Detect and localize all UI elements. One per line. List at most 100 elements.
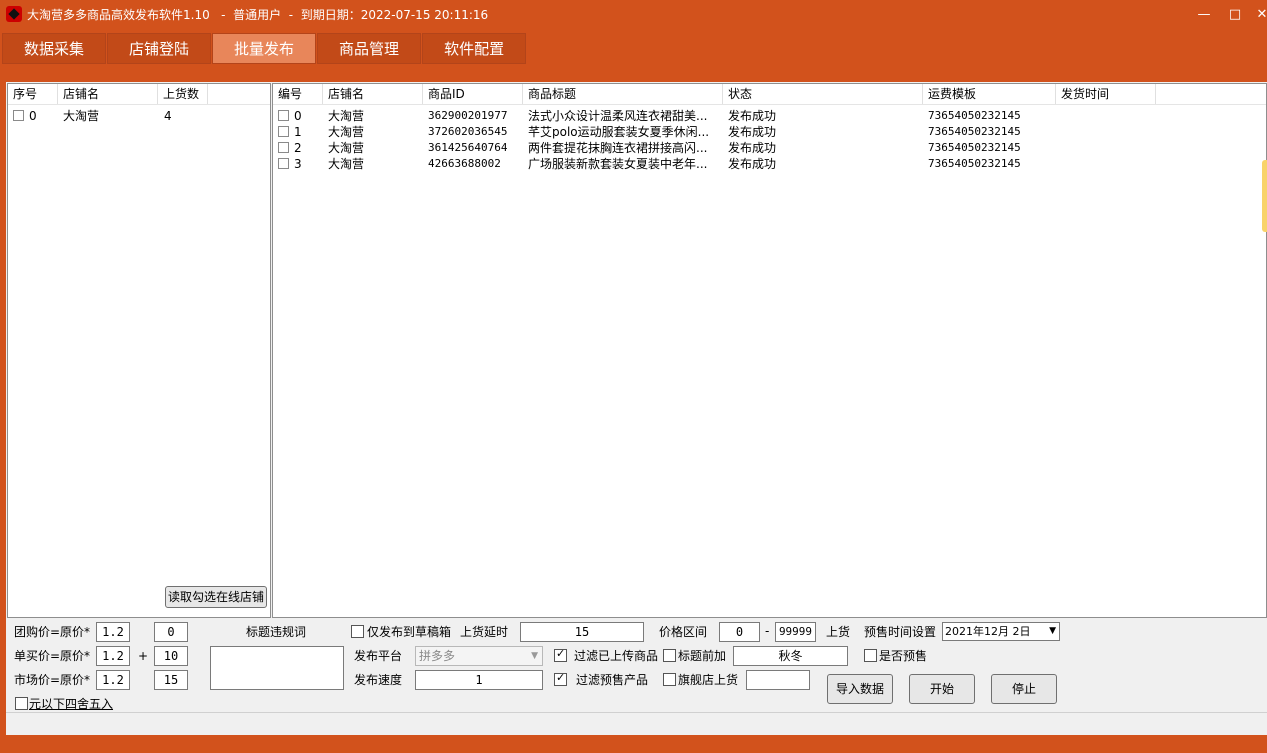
title-prefix-checkbox[interactable] <box>663 649 676 662</box>
row-index: 0 <box>294 109 302 123</box>
row-title: 法式小众设计温柔风连衣裙甜美... <box>528 109 708 123</box>
title-prefix-input[interactable]: 秋冬 <box>733 646 848 666</box>
group-price-add-input[interactable]: 0 <box>154 622 188 642</box>
row-product-id: 372602036545 <box>428 125 508 138</box>
read-shops-button[interactable]: 读取勾选在线店铺 <box>165 586 267 608</box>
row-template: 73654050232145 <box>928 109 1021 122</box>
market-price-label: 市场价=原价* <box>14 673 91 687</box>
app-logo-icon <box>6 6 22 22</box>
shop-name: 大淘营 <box>63 109 100 123</box>
single-price-multiplier-input[interactable]: 1.2 <box>96 646 130 666</box>
price-range-dash: - <box>765 624 770 638</box>
import-data-button[interactable]: 导入数据 <box>827 674 893 704</box>
violation-words-textarea[interactable] <box>210 646 344 690</box>
platform-value: 拼多多 <box>419 649 456 663</box>
col-header-shipping-template[interactable]: 运费模板 <box>923 84 1056 104</box>
row-checkbox[interactable] <box>278 142 289 153</box>
round-checkbox[interactable] <box>15 697 28 710</box>
market-price-add-input[interactable]: 15 <box>154 670 188 690</box>
row-status: 发布成功 <box>728 157 777 171</box>
title-bar: 大淘营多多商品高效发布软件1.10 - 普通用户 - 到期日期：2022-07-… <box>0 0 1267 30</box>
filter-uploaded-checkbox[interactable] <box>554 647 567 662</box>
col-header-status[interactable]: 状态 <box>723 84 923 104</box>
main-tabs: 数据采集 店铺登陆 批量发布 商品管理 软件配置 <box>2 33 527 64</box>
col-header-count[interactable]: 上货数 <box>158 84 208 104</box>
row-status: 发布成功 <box>728 125 777 139</box>
platform-select[interactable]: 拼多多 ▼ <box>415 646 543 666</box>
price-max-input[interactable]: 99999 <box>775 622 816 642</box>
presale-time-label: 预售时间设置 <box>864 625 937 639</box>
publish-speed-label: 发布速度 <box>354 673 403 687</box>
round-label: 元以下四舍五入 <box>29 697 114 711</box>
maximize-icon[interactable]: □ <box>1224 6 1246 24</box>
flagship-checkbox[interactable] <box>663 673 676 686</box>
col-header-product-id[interactable]: 商品ID <box>423 84 523 104</box>
row-product-id: 361425640764 <box>428 141 508 154</box>
shop-count: 4 <box>164 109 172 123</box>
row-checkbox[interactable] <box>13 110 24 121</box>
publish-speed-input[interactable]: 1 <box>415 670 543 690</box>
upload-unit-label: 上货 <box>826 625 851 639</box>
status-bar <box>6 712 1267 735</box>
row-checkbox[interactable] <box>278 158 289 169</box>
col-header-index[interactable]: 编号 <box>273 84 323 104</box>
minimize-icon[interactable]: — <box>1193 6 1215 24</box>
shop-list-header: 序号 店铺名 上货数 <box>8 84 270 105</box>
tab-shop-login[interactable]: 店铺登陆 <box>107 33 212 64</box>
row-status: 发布成功 <box>728 141 777 155</box>
chevron-down-icon: ▼ <box>1049 626 1056 636</box>
upload-delay-label: 上货延时 <box>460 625 509 639</box>
side-handle[interactable] <box>1262 160 1267 232</box>
row-shop: 大淘营 <box>328 157 365 171</box>
row-checkbox[interactable] <box>278 126 289 137</box>
row-product-id: 42663688002 <box>428 157 501 170</box>
draft-only-label: 仅发布到草稿箱 <box>367 625 452 639</box>
violation-words-label: 标题违规词 <box>246 625 307 639</box>
stop-button[interactable]: 停止 <box>991 674 1057 704</box>
product-list-header: 编号 店铺名 商品ID 商品标题 状态 运费模板 发货时间 <box>273 84 1266 105</box>
price-min-input[interactable]: 0 <box>719 622 760 642</box>
row-index: 2 <box>294 141 302 155</box>
row-title: 广场服装新款套装女夏装中老年... <box>528 157 708 171</box>
shop-index: 0 <box>29 109 37 123</box>
flagship-label: 旗舰店上货 <box>678 673 739 687</box>
col-header-shop[interactable]: 店铺名 <box>58 84 158 104</box>
tab-batch-publish[interactable]: 批量发布 <box>212 33 317 64</box>
draft-only-checkbox[interactable] <box>351 625 364 638</box>
tab-product-manage[interactable]: 商品管理 <box>317 33 422 64</box>
single-price-add-input[interactable]: 10 <box>154 646 188 666</box>
row-shop: 大淘营 <box>328 109 365 123</box>
platform-label: 发布平台 <box>354 649 403 663</box>
price-range-label: 价格区间 <box>659 625 708 639</box>
main-panel: 序号 店铺名 上货数 0 大淘营 4 读取勾选在线店铺 编号 店铺名 商品ID … <box>6 82 1267 712</box>
filter-presale-checkbox[interactable] <box>554 671 567 686</box>
col-header-ship-time[interactable]: 发货时间 <box>1056 84 1156 104</box>
row-product-id: 362900201977 <box>428 109 508 122</box>
tab-data-collect[interactable]: 数据采集 <box>2 33 107 64</box>
flagship-input[interactable] <box>746 670 810 690</box>
single-price-label: 单买价=原价* <box>14 649 91 663</box>
is-presale-checkbox[interactable] <box>864 649 877 662</box>
col-header-title[interactable]: 商品标题 <box>523 84 723 104</box>
tab-software-config[interactable]: 软件配置 <box>422 33 527 64</box>
row-shop: 大淘营 <box>328 125 365 139</box>
filter-presale-label: 过滤预售产品 <box>576 673 649 687</box>
row-template: 73654050232145 <box>928 141 1021 154</box>
row-checkbox[interactable] <box>278 110 289 121</box>
presale-date-picker[interactable]: 2021年12月 2日 ▼ <box>942 622 1060 641</box>
col-header-shop[interactable]: 店铺名 <box>323 84 423 104</box>
shop-list: 序号 店铺名 上货数 0 大淘营 4 读取勾选在线店铺 <box>7 83 271 618</box>
close-icon[interactable]: ✕ <box>1251 6 1267 24</box>
start-button[interactable]: 开始 <box>909 674 975 704</box>
upload-delay-input[interactable]: 15 <box>520 622 644 642</box>
market-price-multiplier-input[interactable]: 1.2 <box>96 670 130 690</box>
plus-sign: + <box>138 649 149 663</box>
presale-date-value: 2021年12月 2日 <box>945 625 1031 638</box>
row-template: 73654050232145 <box>928 157 1021 170</box>
row-shop: 大淘营 <box>328 141 365 155</box>
product-list: 编号 店铺名 商品ID 商品标题 状态 运费模板 发货时间 0 大淘营 3629… <box>272 83 1267 618</box>
col-header-index[interactable]: 序号 <box>8 84 58 104</box>
row-title: 芊艾polo运动服套装女夏季休闲... <box>528 125 710 139</box>
group-price-multiplier-input[interactable]: 1.2 <box>96 622 130 642</box>
filter-uploaded-label: 过滤已上传商品 <box>574 649 659 663</box>
